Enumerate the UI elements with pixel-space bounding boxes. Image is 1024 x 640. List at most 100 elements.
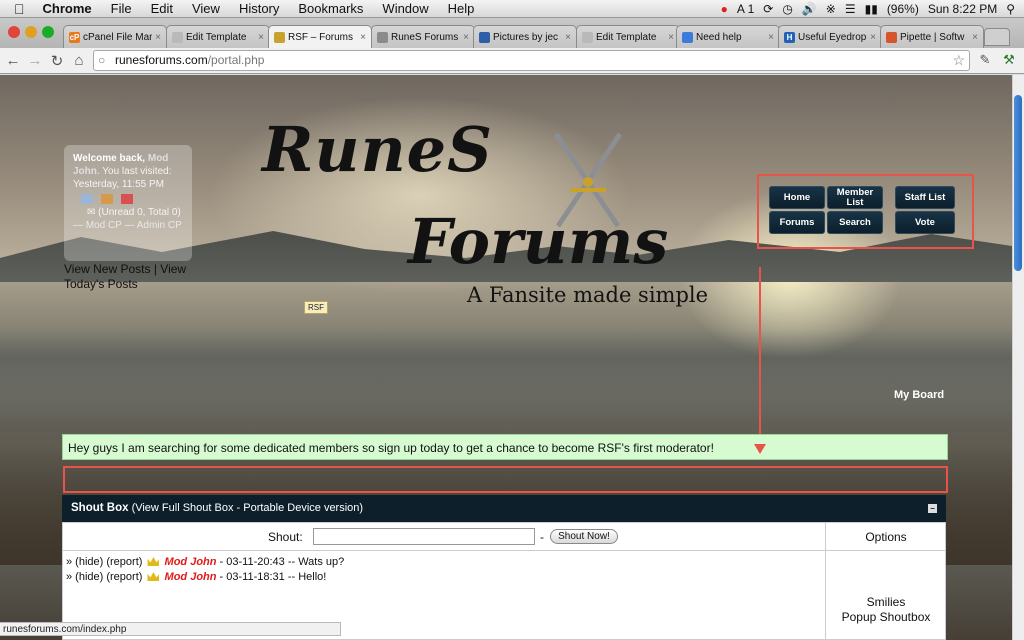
- scrollbar-thumb[interactable]: [1014, 95, 1022, 271]
- tab-8[interactable]: H Useful Eyedrop ×: [778, 25, 882, 48]
- tab-4[interactable]: RuneS Forums ×: [371, 25, 475, 48]
- url-path: /portal.php: [207, 53, 265, 67]
- message-actions[interactable]: » (hide) (report): [66, 556, 142, 568]
- menu-app-chrome[interactable]: Chrome: [43, 1, 92, 16]
- tab-close-icon[interactable]: ×: [565, 32, 571, 43]
- pm-counts: (Unread 0, Total 0): [98, 207, 181, 218]
- battery-icon[interactable]: ▮▮: [865, 2, 878, 16]
- my-board-link[interactable]: My Board: [894, 389, 944, 401]
- view-posts-separator: |: [150, 262, 161, 276]
- shout-dash: -: [540, 530, 544, 544]
- tab-title: Useful Eyedrop: [798, 31, 867, 43]
- annotation-empty-box: [63, 466, 948, 493]
- battery-status[interactable]: (96%): [887, 2, 919, 16]
- tab-close-icon[interactable]: ×: [768, 32, 774, 43]
- adobe-status[interactable]: A 1: [737, 2, 754, 16]
- forward-icon[interactable]: →: [26, 52, 44, 69]
- bluetooth-icon[interactable]: ※: [826, 2, 836, 16]
- logo-line-1[interactable]: RuneS: [262, 113, 493, 186]
- menu-edit[interactable]: Edit: [151, 1, 173, 16]
- tab-9[interactable]: Pipette | Softw ×: [880, 25, 984, 48]
- shoutbox-options-header: Options: [865, 530, 907, 544]
- tab-title: Edit Template: [186, 31, 247, 43]
- tab-7[interactable]: Need help ×: [676, 25, 780, 48]
- minimize-window-icon[interactable]: [25, 26, 37, 38]
- message-user[interactable]: Mod John: [165, 571, 217, 583]
- popup-shoutbox-link[interactable]: Popup Shoutbox: [826, 610, 946, 625]
- wrench-icon[interactable]: ⚒: [1000, 52, 1018, 68]
- volume-icon[interactable]: 🔊: [802, 2, 817, 16]
- admin-cp-link[interactable]: — Admin CP: [125, 220, 182, 231]
- nav-forums-button[interactable]: Forums: [769, 211, 825, 234]
- mail-icon[interactable]: ✉: [87, 207, 95, 218]
- members-icon[interactable]: [101, 194, 113, 204]
- new-tab-button[interactable]: [984, 28, 1010, 46]
- shout-input[interactable]: [313, 528, 535, 545]
- home-icon[interactable]: ⌂: [70, 52, 88, 69]
- tab-6[interactable]: Edit Template ×: [576, 25, 680, 48]
- eyedropper-icon[interactable]: ✎: [976, 52, 994, 68]
- collapse-icon[interactable]: −: [928, 504, 937, 513]
- apple-icon[interactable]: : [14, 1, 25, 17]
- tab-close-icon[interactable]: ×: [668, 32, 674, 43]
- tab-2[interactable]: Edit Template ×: [166, 25, 270, 48]
- menu-bookmarks[interactable]: Bookmarks: [298, 1, 363, 16]
- rsf-tooltip: RSF: [304, 301, 328, 314]
- message-user[interactable]: Mod John: [165, 556, 217, 568]
- time-machine-icon[interactable]: ◷: [782, 2, 792, 16]
- spotlight-icon[interactable]: ⚲: [1006, 2, 1015, 16]
- page-icon: ○: [98, 53, 106, 67]
- tab-favicon-icon: [172, 31, 183, 43]
- sync-icon[interactable]: ⟳: [763, 2, 773, 16]
- tab-favicon-icon: H: [784, 31, 795, 43]
- nav-staff-list-button[interactable]: Staff List: [895, 186, 955, 209]
- wifi-icon[interactable]: ☰: [845, 2, 856, 16]
- crown-icon: [147, 572, 160, 581]
- pm-row: ✉ (Unread 0, Total 0): [87, 206, 183, 219]
- tab-5[interactable]: Pictures by jec ×: [473, 25, 577, 48]
- close-window-icon[interactable]: [8, 26, 20, 38]
- shoutbox-row-divider: [62, 550, 946, 551]
- tab-close-icon[interactable]: ×: [155, 32, 161, 43]
- shout-message: » (hide) (report) Mod John - 03-11-18:31…: [66, 571, 326, 583]
- tab-close-icon[interactable]: ×: [258, 32, 264, 43]
- user-cp-icon[interactable]: [81, 194, 93, 204]
- tab-3[interactable]: RSF – Forums ×: [268, 25, 372, 48]
- menu-history[interactable]: History: [239, 1, 279, 16]
- nav-search-button[interactable]: Search: [827, 211, 883, 234]
- nav-member-list-button[interactable]: Member List: [827, 186, 883, 209]
- record-icon[interactable]: ●: [721, 2, 728, 16]
- tab-close-icon[interactable]: ×: [360, 32, 366, 43]
- message-actions[interactable]: » (hide) (report): [66, 571, 142, 583]
- tab-1[interactable]: cP cPanel File Mar ×: [63, 25, 167, 48]
- address-bar[interactable]: ○ runesforums.com/portal.php ☆: [93, 50, 970, 71]
- mod-cp-link[interactable]: — Mod CP: [73, 220, 122, 231]
- tab-favicon-icon: [582, 31, 593, 43]
- reload-icon[interactable]: ↻: [48, 52, 66, 70]
- shoutbox-links[interactable]: (View Full Shout Box - Portable Device v…: [132, 502, 364, 514]
- announcement-bar: Hey guys I am searching for some dedicat…: [62, 434, 948, 460]
- logo-tagline: A Fansite made simple: [467, 283, 709, 307]
- back-icon[interactable]: ←: [4, 52, 22, 69]
- menu-view[interactable]: View: [192, 1, 220, 16]
- bookmark-star-icon[interactable]: ☆: [952, 52, 965, 69]
- nav-vote-button[interactable]: Vote: [895, 211, 955, 234]
- flag-icon[interactable]: [121, 194, 133, 204]
- tab-favicon-icon: cP: [69, 31, 80, 43]
- tab-close-icon[interactable]: ×: [463, 32, 469, 43]
- clock[interactable]: Sun 8:22 PM: [928, 2, 997, 16]
- tab-close-icon[interactable]: ×: [972, 32, 978, 43]
- nav-home-button[interactable]: Home: [769, 186, 825, 209]
- menu-window[interactable]: Window: [382, 1, 428, 16]
- view-new-posts-link[interactable]: View New Posts: [64, 262, 150, 276]
- shout-now-button[interactable]: Shout Now!: [550, 529, 618, 544]
- smilies-link[interactable]: Smilies: [826, 595, 946, 610]
- menu-help[interactable]: Help: [448, 1, 475, 16]
- tab-favicon-icon: [886, 31, 897, 43]
- annotation-arrow-line: [759, 267, 761, 447]
- welcome-icons: [81, 194, 183, 204]
- logo-line-2[interactable]: Forums: [408, 205, 668, 278]
- zoom-window-icon[interactable]: [42, 26, 54, 38]
- tab-close-icon[interactable]: ×: [870, 32, 876, 43]
- menu-file[interactable]: File: [111, 1, 132, 16]
